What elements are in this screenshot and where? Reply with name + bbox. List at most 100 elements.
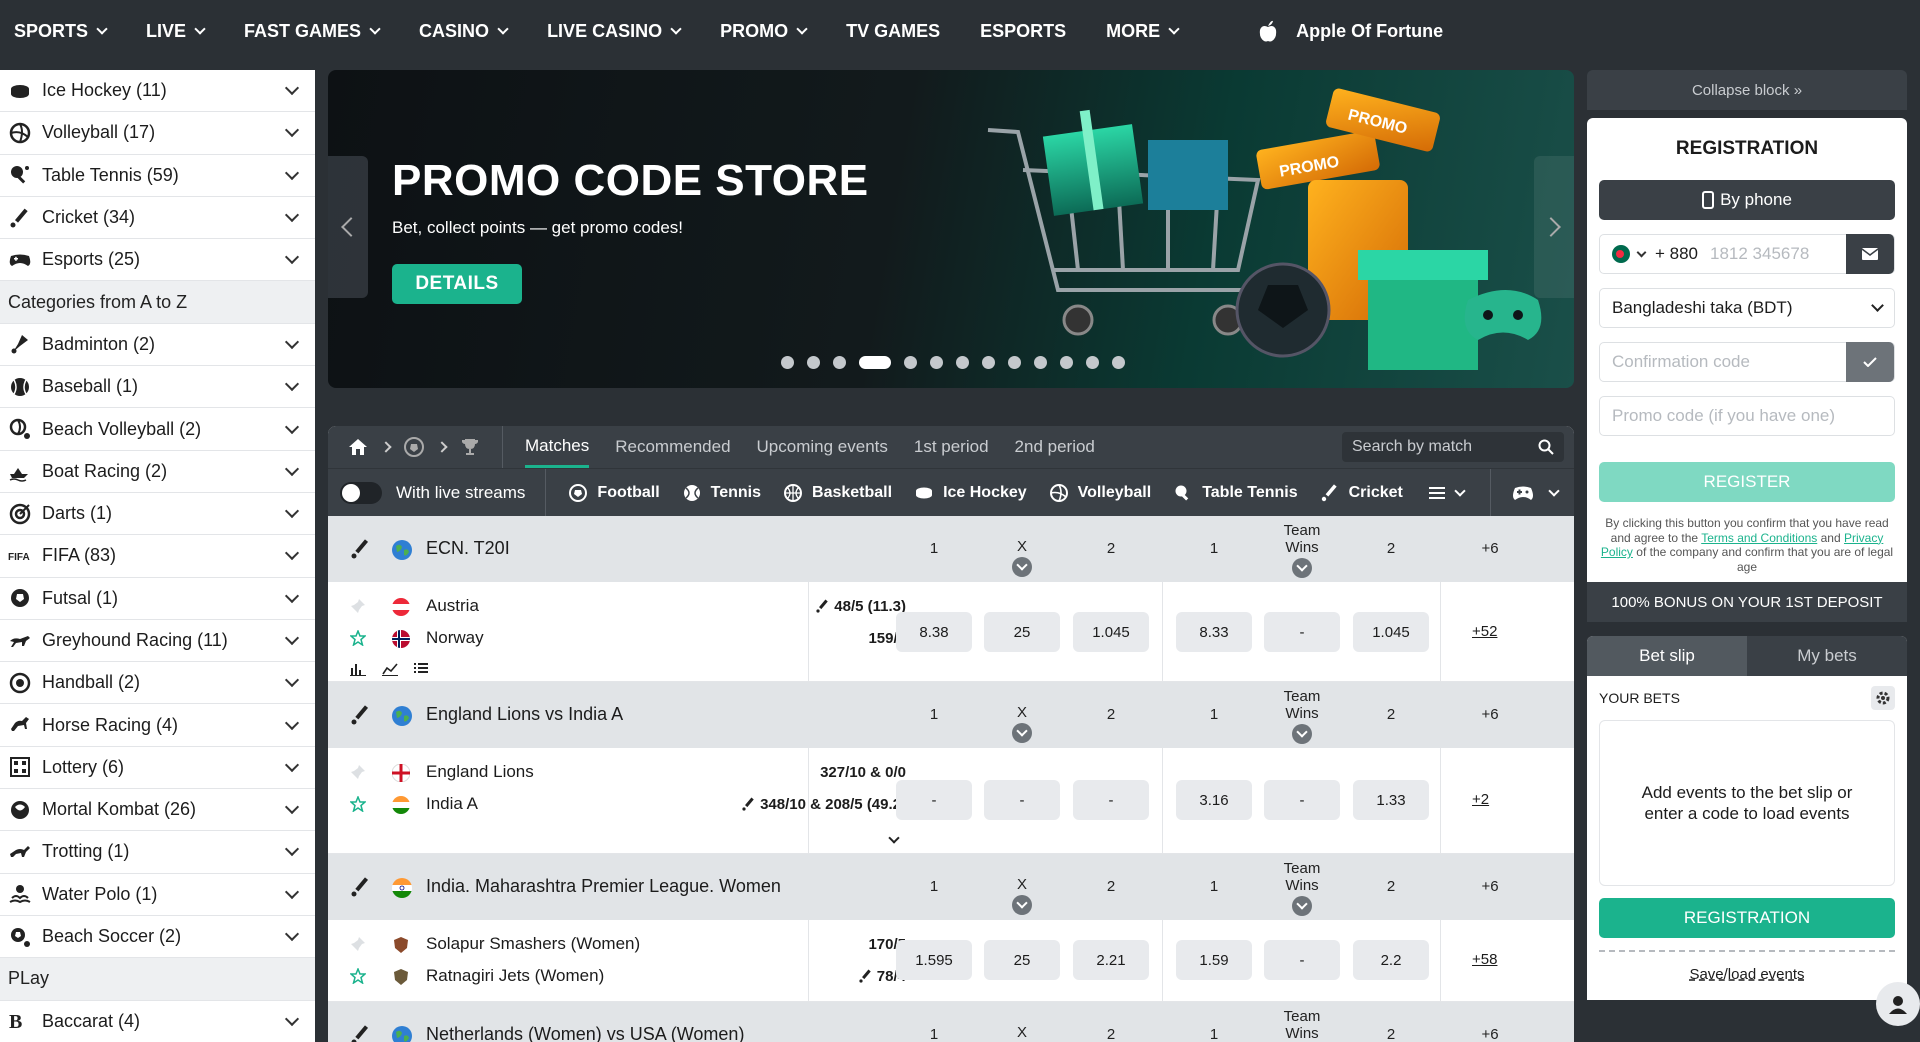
odds-button[interactable]: - [1264,940,1340,980]
chevron-down-icon[interactable] [284,250,300,265]
chevron-down-icon[interactable] [284,165,300,180]
chevron-down-icon[interactable] [284,673,300,688]
sidebar-item-cricket[interactable]: Cricket (34) [0,197,315,240]
search-icon[interactable] [1538,439,1554,455]
games-filter-button[interactable] [1489,468,1560,517]
sidebar-item-fifa[interactable]: FIFA FIFA (83) [0,535,315,578]
pagination-dot[interactable] [807,356,820,369]
odds-button[interactable]: 25 [984,940,1060,980]
pagination-dot[interactable] [1034,356,1047,369]
chevron-down-icon[interactable] [284,927,300,942]
nav-sports[interactable]: SPORTS [0,0,126,62]
star-icon[interactable] [349,794,367,817]
pagination-dot[interactable] [904,356,917,369]
chevron-down-icon[interactable] [284,800,300,815]
chevron-down-icon[interactable] [284,207,300,223]
pagination-dot[interactable] [1112,356,1125,369]
team-name[interactable]: Solapur Smashers (Women) [426,934,640,954]
chevron-down-icon[interactable] [284,842,300,857]
star-icon[interactable] [349,966,367,989]
football-icon[interactable] [404,437,424,457]
confirmation-code-input[interactable]: Confirmation code [1599,342,1895,382]
odds-button[interactable]: 8.33 [1176,612,1252,652]
table-row[interactable]: Solapur Smashers (Women) Ratnagiri Jets (… [328,920,1574,1002]
tab-2nd-period[interactable]: 2nd period [1015,426,1095,468]
more-markets-link[interactable]: +58 [1472,951,1497,968]
star-icon[interactable] [349,628,367,651]
pagination-dot[interactable] [1060,356,1073,369]
odds-button[interactable]: - [1264,780,1340,820]
filter-ice-hockey[interactable]: Ice Hockey [914,483,1027,503]
odds-button[interactable]: 1.59 [1176,940,1252,980]
chevron-down-icon[interactable] [284,81,300,96]
register-button[interactable]: REGISTER [1599,462,1895,502]
filter-basketball[interactable]: Basketball [783,483,892,503]
sidebar-item-baccarat[interactable]: B Baccarat (4) [0,1001,315,1042]
nav-fast-games[interactable]: FAST GAMES [224,0,399,62]
chevron-down-icon[interactable] [284,630,300,646]
odds-button[interactable]: - [1264,612,1340,652]
terms-link[interactable]: Terms and Conditions [1701,531,1817,545]
league-header[interactable]: England Lions vs India A 1 X 2 1 Team Wins 2 +6 [328,682,1574,748]
sidebar-item-darts[interactable]: Darts (1) [0,493,315,536]
chevron-down-icon[interactable] [1636,247,1647,257]
column-header-tw[interactable]: Team Wins [1264,522,1340,578]
banner-prev-button[interactable] [328,156,368,298]
chevron-down-icon[interactable] [284,123,300,138]
pagination-dot[interactable] [930,356,943,369]
odds-button[interactable]: 25 [984,612,1060,652]
column-header-tw[interactable]: Team Wins [1264,860,1340,916]
confirm-button[interactable] [1846,342,1894,382]
filter-table-tennis[interactable]: Table Tennis [1173,483,1298,503]
odds-button[interactable]: 1.045 [1353,612,1429,652]
sidebar-item-mortal-kombat[interactable]: Mortal Kombat (26) [0,789,315,832]
team-name[interactable]: Austria [426,596,479,616]
tab-1st-period[interactable]: 1st period [914,426,989,468]
league-header[interactable]: Netherlands (Women) vs USA (Women) 1 X 2 1 Te… [328,1002,1574,1042]
chevron-down-icon[interactable] [284,377,300,392]
support-chat-button[interactable] [1876,982,1920,1026]
chevron-down-icon[interactable] [284,715,300,730]
settings-button[interactable] [1871,686,1895,710]
sidebar-item-horse-racing[interactable]: Horse Racing (4) [0,704,315,747]
save-load-events-link[interactable]: Save/load events [1587,966,1907,983]
chevron-down-icon[interactable] [284,419,300,434]
chevron-down-icon[interactable] [284,461,300,476]
trophy-icon[interactable] [460,437,480,457]
tab-bet-slip[interactable]: Bet slip [1587,636,1747,676]
chevron-down-icon[interactable] [284,757,300,772]
odds-button[interactable]: 1.33 [1353,780,1429,820]
pin-icon[interactable] [350,764,366,785]
tab-recommended[interactable]: Recommended [615,426,730,468]
column-header-tw[interactable]: Team Wins [1264,1008,1340,1042]
by-phone-button[interactable]: By phone [1599,180,1895,220]
sidebar-item-futsal[interactable]: Futsal (1) [0,578,315,620]
sidebar-item-water-polo[interactable]: Water Polo (1) [0,874,315,916]
pagination-dot[interactable] [982,356,995,369]
sidebar-item-beach-volleyball[interactable]: Beach Volleyball (2) [0,408,315,451]
sidebar-item-trotting[interactable]: Trotting (1) [0,831,315,874]
pagination-dot[interactable] [781,356,794,369]
live-streams-toggle[interactable] [340,481,382,504]
odds-button[interactable]: 1.045 [1073,612,1149,652]
list-icon[interactable] [414,662,428,674]
registration-button[interactable]: REGISTRATION [1599,898,1895,938]
chevron-down-icon[interactable] [284,504,300,519]
pagination-dot[interactable] [833,356,846,369]
team-name[interactable]: England Lions [426,762,534,782]
pin-icon[interactable] [350,936,366,957]
column-header-cx[interactable]: X [984,1024,1060,1042]
odds-button[interactable]: 2.21 [1073,940,1149,980]
bonus-banner[interactable]: 100% BONUS ON YOUR 1ST DEPOSIT [1587,582,1907,622]
line-chart-icon[interactable] [382,662,398,676]
phone-field[interactable]: + 880 1812 345678 [1599,234,1895,274]
league-header[interactable]: ECN. T20I 1 X 2 1 Team Wins 2 +6 [328,516,1574,582]
banner-next-button[interactable] [1534,156,1574,298]
more-markets-link[interactable]: +2 [1472,791,1489,808]
sidebar-item-greyhound-racing[interactable]: Greyhound Racing (11) [0,620,315,663]
nav-more[interactable]: MORE [1086,0,1198,62]
sidebar-item-lottery[interactable]: Lottery (6) [0,747,315,790]
sidebar-item-esports[interactable]: Esports (25) [0,239,315,282]
promo-banner[interactable]: PROMO CODE STORE Bet, collect points — g… [328,70,1574,388]
nav-promo[interactable]: PROMO [700,0,826,62]
